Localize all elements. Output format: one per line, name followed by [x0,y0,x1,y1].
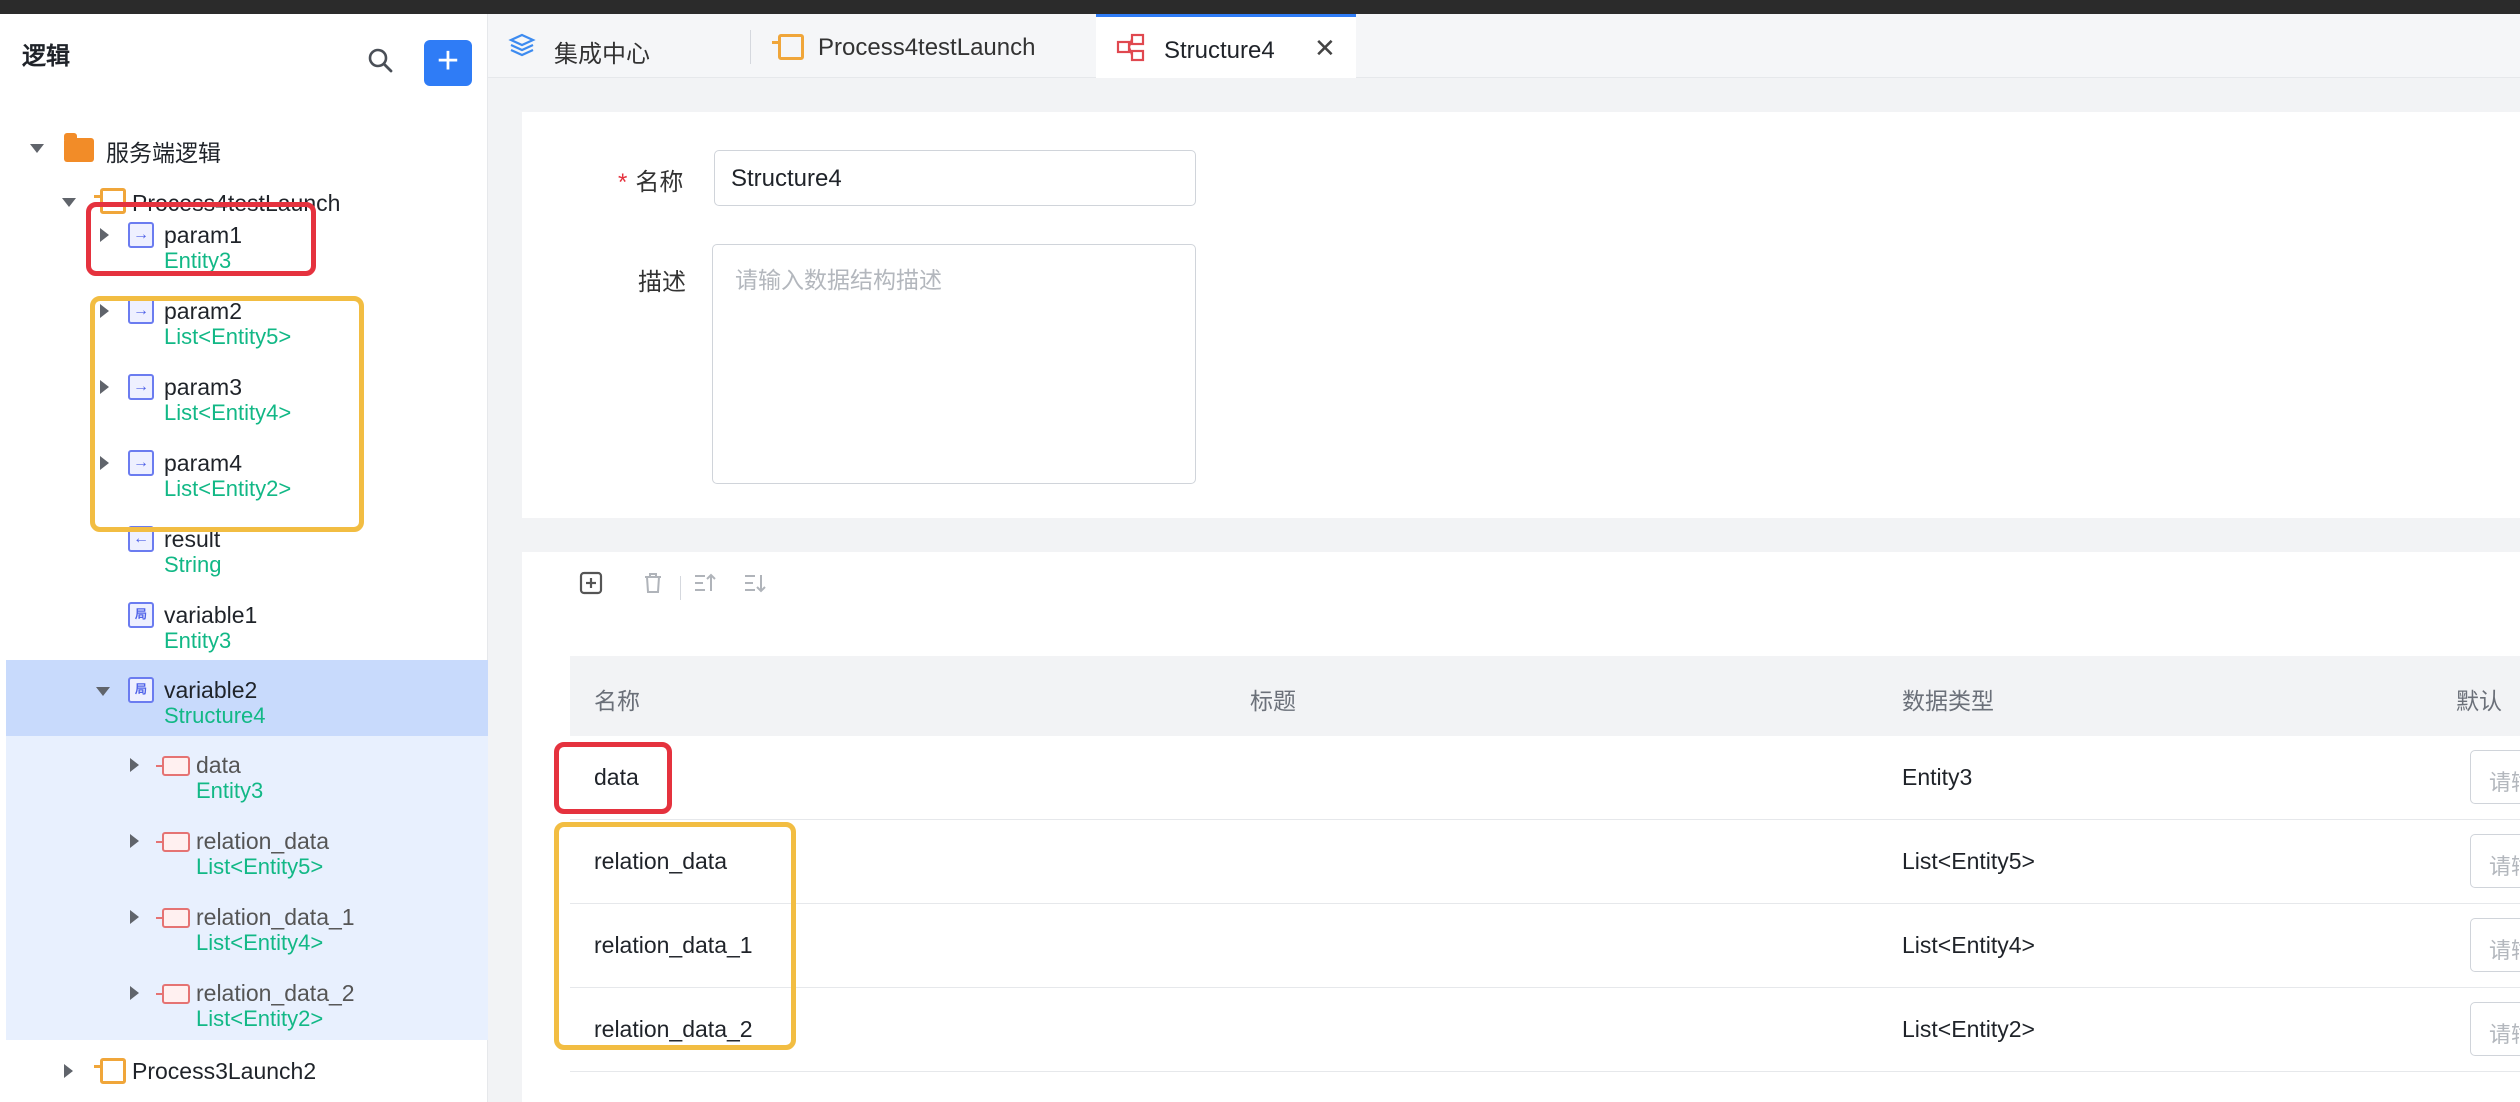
tree-node-type: List<Entity2> [196,1006,324,1031]
highlight-box-yellow [554,822,796,1050]
expand-caret-icon[interactable] [64,1064,73,1078]
tab-process4testlaunch[interactable]: Process4testLaunch [752,14,1096,78]
description-label: 描述 [638,269,686,296]
sidebar-title: 逻辑 [22,43,70,70]
expand-caret-icon[interactable] [130,986,139,1000]
expand-caret-icon[interactable] [130,758,139,772]
default-value-input[interactable]: 请输 [2470,918,2520,972]
tree-node-label: 服务端逻辑 [106,140,221,166]
column-header-type: 数据类型 [1902,688,1994,714]
default-value-input[interactable]: 请输 [2470,1002,2520,1056]
description-textarea[interactable]: 请输入数据结构描述 [712,244,1196,484]
tree-node-type: String [164,552,222,577]
default-placeholder: 请输 [2489,938,2520,963]
table-row[interactable]: relation_data_1 List<Entity4> 请输 [570,904,2520,988]
tree-node-relation-data-1[interactable]: relation_data_1 List<Entity4> [6,904,488,976]
window-top-bar [0,0,2520,14]
tab-divider [750,30,751,64]
tree-node-type: Entity3 [164,628,232,653]
column-header-default: 默认 [2456,688,2502,714]
tree-node-label: variable2 [164,677,258,703]
name-input-value: Structure4 [731,165,842,192]
tab-label: 集成中心 [554,41,650,68]
tree-node-type: Structure4 [164,703,266,728]
tree-node-label: relation_data_1 [196,904,355,930]
name-label-text: 名称 [635,169,684,196]
cell-type[interactable]: List<Entity5> [1902,848,2035,875]
tree-node-label: relation_data_2 [196,980,355,1006]
tree-node-label: variable1 [164,602,258,628]
tree-node-variable1[interactable]: 局 variable1 Entity3 [6,602,488,674]
highlight-box-red [86,202,316,276]
variable-icon: 局 [128,602,154,628]
highlight-box-yellow [90,296,364,532]
variable-icon: 局 [128,677,154,703]
cell-type[interactable]: Entity3 [1902,764,1972,791]
tree-node-type: List<Entity4> [196,930,324,955]
process-icon [94,1058,126,1084]
tab-label: Process4testLaunch [818,34,1036,61]
highlight-box-red [554,742,672,814]
move-up-icon[interactable] [692,570,718,602]
name-input[interactable]: Structure4 [714,150,1196,206]
default-placeholder: 请输 [2489,1022,2520,1047]
expand-caret-icon[interactable] [130,910,139,924]
cell-type[interactable]: List<Entity4> [1902,932,2035,959]
required-mark: * [618,169,628,196]
default-value-input[interactable]: 请输 [2470,834,2520,888]
default-value-input[interactable]: 请输 [2470,750,2520,804]
expand-caret-icon[interactable] [96,687,110,696]
add-button[interactable]: + [424,40,472,86]
tree-node-relation-data-2[interactable]: relation_data_2 List<Entity2> [6,980,488,1052]
tree-node-type: List<Entity5> [196,854,324,879]
description-placeholder: 请输入数据结构描述 [735,267,942,293]
tab-structure4[interactable]: Structure4 ✕ [1096,14,1356,78]
table-row[interactable]: relation_data List<Entity5> 请输 [570,820,2520,904]
column-header-title: 标题 [1250,688,1296,714]
folder-icon [64,133,94,162]
name-field-label: * 名称 [618,162,683,197]
expand-caret-icon[interactable] [130,834,139,848]
field-icon [156,756,190,776]
close-icon[interactable]: ✕ [1314,33,1336,64]
tree-node-label: Process3Launch2 [132,1058,317,1084]
column-header-name: 名称 [594,688,640,714]
tab-label: Structure4 [1164,37,1275,64]
tree-node-variable2[interactable]: 局 variable2 Structure4 [6,677,488,749]
tree-node-data[interactable]: data Entity3 [6,752,488,824]
process-icon [772,34,804,60]
table-row[interactable]: data Entity3 请输 [570,736,2520,820]
tree-node-relation-data[interactable]: relation_data List<Entity5> [6,828,488,900]
expand-caret-icon[interactable] [30,144,44,153]
move-down-icon[interactable] [742,570,768,602]
tab-integration-center[interactable]: 集成中心 [488,14,750,78]
search-icon[interactable] [366,46,396,76]
field-icon [156,984,190,1004]
layers-icon [508,32,536,60]
tree-node-process3launch2[interactable]: Process3Launch2 [6,1054,488,1102]
delete-icon[interactable] [640,570,666,602]
structure-icon [1116,33,1146,63]
field-icon [156,832,190,852]
tree-node-type: Entity3 [196,778,264,803]
tree-node-label: data [196,752,241,778]
tree-node-label: relation_data [196,828,329,854]
expand-caret-icon[interactable] [62,198,76,207]
tree-node-server-logic[interactable]: 服务端逻辑 [6,120,488,168]
default-placeholder: 请输 [2489,770,2520,795]
table-row[interactable]: relation_data_2 List<Entity2> 请输 [570,988,2520,1072]
default-placeholder: 请输 [2489,854,2520,879]
tree-node-result[interactable]: ← result String [6,526,488,598]
toolbar-divider [680,576,681,600]
cell-type[interactable]: List<Entity2> [1902,1016,2035,1043]
add-row-icon[interactable] [578,570,604,602]
table-header: 名称 标题 数据类型 默认 [570,656,2520,736]
field-icon [156,908,190,928]
